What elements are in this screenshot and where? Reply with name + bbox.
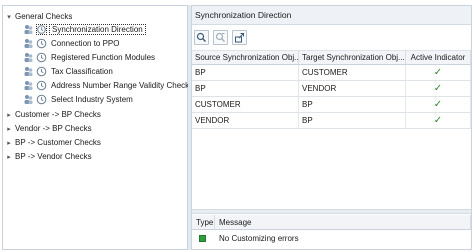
target-cell: BP	[299, 97, 406, 112]
find-button[interactable]	[213, 29, 228, 45]
checkmark-icon: ✓	[433, 99, 443, 110]
table-row[interactable]: VENDOR BP ✓	[192, 113, 471, 129]
checkmark-icon: ✓	[433, 83, 443, 94]
clock-icon	[36, 94, 47, 105]
column-header-target[interactable]: Target Synchronization Obj...	[299, 51, 406, 64]
tree-node-address-number-range-validity-check[interactable]: Address Number Range Validity Check	[23, 79, 189, 92]
expand-arrow-icon[interactable]: ▾	[5, 13, 13, 21]
message-type-cell	[192, 231, 215, 247]
table-row[interactable]: BP VENDOR ✓	[192, 81, 471, 97]
table-row[interactable]: BP CUSTOMER ✓	[192, 65, 471, 81]
active-cell: ✓	[406, 65, 471, 80]
tree-node-label: Customer -> BP Checks	[15, 110, 101, 119]
source-cell: CUSTOMER	[192, 97, 299, 112]
tree-node-general-checks[interactable]: ▾ General Checks	[5, 10, 72, 23]
collapse-arrow-icon[interactable]: ▸	[5, 125, 13, 133]
panel-title: Synchronization Direction	[192, 6, 471, 25]
tree-node-label: Tax Classification	[51, 67, 113, 76]
success-status-icon	[199, 235, 206, 243]
find-icon	[215, 32, 225, 42]
export-icon	[235, 32, 244, 42]
people-icon	[23, 52, 34, 63]
sync-direction-table: Source Synchronization Obj... Target Syn…	[192, 50, 471, 129]
message-text: No Customizing errors	[219, 234, 299, 243]
tree-node-label: Synchronization Direction	[49, 24, 146, 35]
navigation-tree: ▾ General Checks Synchronization Directi…	[2, 5, 189, 250]
clock-icon	[36, 80, 47, 91]
column-header-type[interactable]: Type	[192, 215, 215, 229]
source-cell: BP	[192, 65, 299, 80]
checkmark-icon: ✓	[433, 67, 443, 78]
column-header-source[interactable]: Source Synchronization Obj...	[192, 51, 299, 64]
people-icon	[23, 24, 34, 35]
collapse-arrow-icon[interactable]: ▸	[5, 139, 13, 147]
tree-node-synchronization-direction[interactable]: Synchronization Direction	[23, 23, 146, 36]
active-cell: ✓	[406, 81, 471, 96]
people-icon	[23, 80, 34, 91]
clock-icon	[36, 66, 47, 77]
tree-node-label: General Checks	[15, 12, 73, 21]
checkmark-icon: ✓	[433, 115, 443, 126]
tree-node-bp-vendor-checks[interactable]: ▸ BP -> Vendor Checks	[5, 150, 92, 163]
details-icon	[196, 32, 206, 42]
collapse-arrow-icon[interactable]: ▸	[5, 153, 13, 161]
tree-node-bp-customer-checks[interactable]: ▸ BP -> Customer Checks	[5, 136, 101, 149]
message-row[interactable]: No Customizing errors	[192, 231, 471, 247]
tree-node-label: BP -> Customer Checks	[15, 138, 101, 147]
clock-icon	[36, 24, 47, 35]
people-icon	[23, 94, 34, 105]
message-splitter[interactable]	[192, 209, 471, 214]
column-header-message[interactable]: Message	[215, 215, 471, 229]
tree-node-label: Vendor -> BP Checks	[15, 124, 92, 133]
tree-node-registered-function-modules[interactable]: Registered Function Modules	[23, 51, 155, 64]
details-button[interactable]	[194, 29, 209, 45]
collapse-arrow-icon[interactable]: ▸	[5, 111, 13, 119]
tree-node-label: Address Number Range Validity Check	[51, 81, 190, 90]
people-icon	[23, 66, 34, 77]
detail-panel: Synchronization Direction Source Synchro…	[191, 5, 472, 250]
target-cell: CUSTOMER	[299, 65, 406, 80]
column-header-active[interactable]: Active Indicator	[406, 51, 471, 64]
target-cell: BP	[299, 113, 406, 128]
table-header: Source Synchronization Obj... Target Syn…	[192, 50, 471, 65]
message-table-header: Type Message	[192, 215, 471, 230]
source-cell: VENDOR	[192, 113, 299, 128]
people-icon	[23, 38, 34, 49]
target-cell: VENDOR	[299, 81, 406, 96]
source-cell: BP	[192, 81, 299, 96]
tree-node-label: Connection to PPO	[51, 39, 120, 48]
tree-node-select-industry-system[interactable]: Select Industry System	[23, 93, 133, 106]
active-cell: ✓	[406, 113, 471, 128]
tree-node-label: BP -> Vendor Checks	[15, 152, 92, 161]
export-button[interactable]	[232, 29, 247, 45]
grid-toolbar	[192, 26, 471, 48]
tree-node-label: Select Industry System	[51, 95, 133, 104]
tree-node-customer-bp-checks[interactable]: ▸ Customer -> BP Checks	[5, 108, 101, 121]
clock-icon	[36, 38, 47, 49]
clock-icon	[36, 52, 47, 63]
active-cell: ✓	[406, 97, 471, 112]
tree-node-tax-classification[interactable]: Tax Classification	[23, 65, 113, 78]
tree-node-connection-to-ppo[interactable]: Connection to PPO	[23, 37, 119, 50]
table-row[interactable]: CUSTOMER BP ✓	[192, 97, 471, 113]
tree-node-label: Registered Function Modules	[51, 53, 156, 62]
tree-node-vendor-bp-checks[interactable]: ▸ Vendor -> BP Checks	[5, 122, 92, 135]
